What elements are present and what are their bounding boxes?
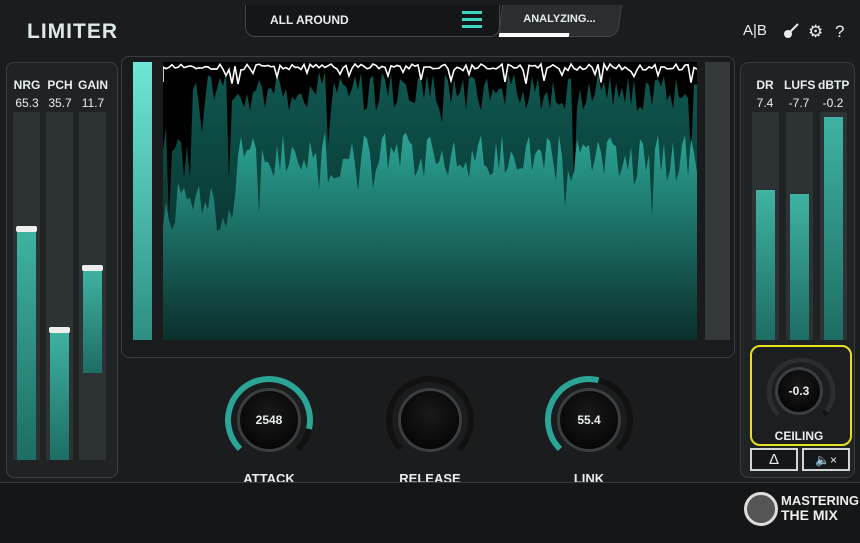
footer <box>0 482 860 543</box>
mute-button[interactable]: 🔈× <box>802 448 850 471</box>
ceiling-value: -0.3 <box>788 384 810 398</box>
meter-pch <box>46 112 73 460</box>
meter-value-dbtp: -0.2 <box>822 96 844 110</box>
meter-label-gain: GAIN <box>78 78 108 92</box>
brand-logo: MASTERING THE MIX <box>781 493 859 523</box>
analyze-label: ANALYZING... <box>523 13 596 25</box>
waveform <box>163 62 697 340</box>
meter-label-pch: PCH <box>47 78 73 92</box>
meter-label-nrg: NRG <box>13 78 41 92</box>
ceiling-label: CEILING <box>774 429 824 443</box>
meter-lufs <box>786 112 813 340</box>
link-knob[interactable]: 55.4 <box>557 388 621 452</box>
meter-label-dr: DR <box>756 78 774 92</box>
delta-button[interactable]: Δ <box>750 448 798 471</box>
meter-label-lufs: LUFS <box>784 78 816 92</box>
analyze-progress <box>498 33 569 37</box>
help-icon[interactable]: ? <box>835 22 844 42</box>
meter-value-lufs: -7.7 <box>788 96 810 110</box>
attack-knob[interactable]: 2548 <box>237 388 301 452</box>
preset-name: ALL AROUND <box>270 13 349 27</box>
meter-handle[interactable] <box>16 226 37 233</box>
meter-value-nrg: 65.3 <box>15 96 39 110</box>
meter-value-gain: 11.7 <box>81 96 105 110</box>
settings-icon[interactable]: ⚙ <box>808 22 823 42</box>
ceiling-knob[interactable]: -0.3 <box>775 367 823 415</box>
output-level-bar <box>705 62 730 340</box>
input-level-bar <box>133 62 152 340</box>
brush-icon[interactable] <box>782 22 800 45</box>
meter-label-dbtp: dBTP <box>818 78 850 92</box>
meter-gain <box>79 112 106 460</box>
preset-selector[interactable]: ALL AROUND <box>245 5 500 37</box>
menu-icon[interactable] <box>462 11 482 32</box>
release-knob[interactable] <box>398 388 462 452</box>
link-value: 55.4 <box>577 413 601 427</box>
meter-nrg <box>13 112 40 460</box>
meter-handle[interactable] <box>49 327 70 334</box>
brand-line2: THE MIX <box>781 507 838 523</box>
brand-logo-icon <box>744 492 778 526</box>
attack-value: 2548 <box>255 413 283 427</box>
meter-handle[interactable] <box>82 264 103 271</box>
analyze-button[interactable]: ANALYZING... <box>497 5 623 37</box>
plugin-title: LIMITER <box>27 20 118 43</box>
ab-compare-icon[interactable]: A|B <box>743 22 767 39</box>
brand-line1: MASTERING <box>781 493 859 508</box>
meter-value-dr: 7.4 <box>756 96 774 110</box>
meter-dbtp <box>820 112 847 340</box>
meter-value-pch: 35.7 <box>48 96 72 110</box>
meter-dr <box>752 112 779 340</box>
